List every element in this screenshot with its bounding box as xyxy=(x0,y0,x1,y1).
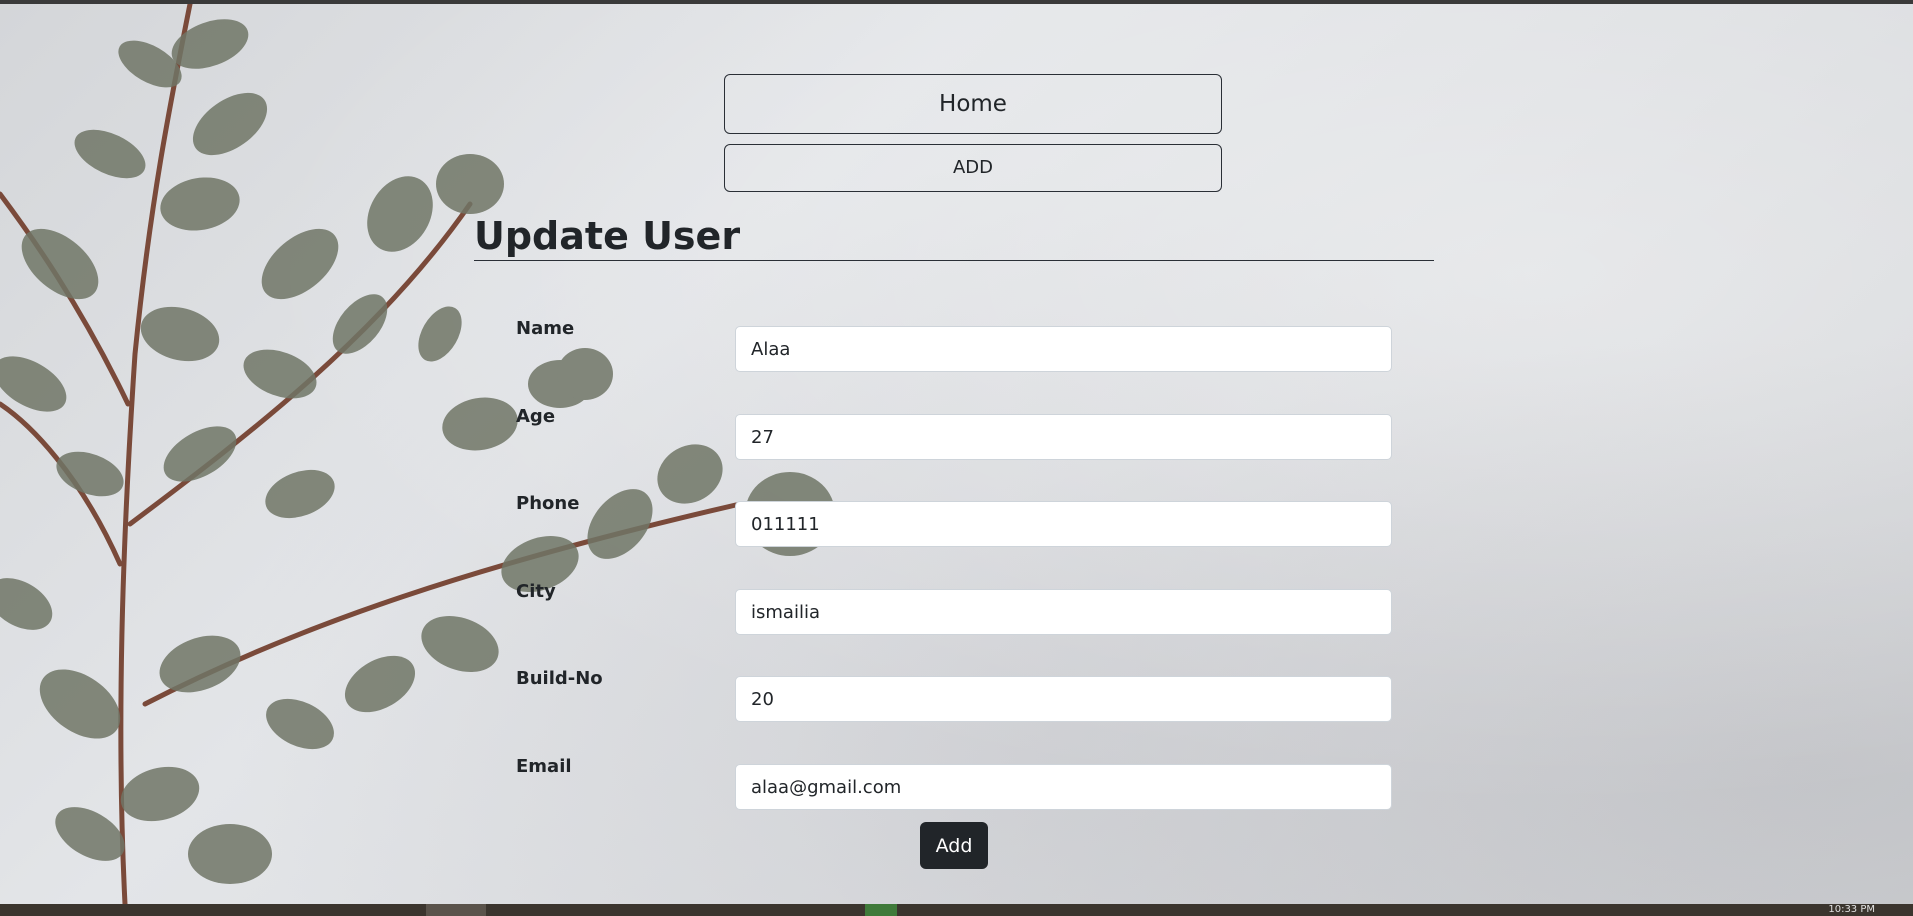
form-row-age: Age xyxy=(0,406,1913,460)
page-background: Home ADD Update User Name Age Phone City… xyxy=(0,4,1913,904)
page-title: Update User xyxy=(474,214,741,258)
name-label: Name xyxy=(516,318,575,339)
os-taskbar: 10:33 PM xyxy=(0,904,1913,916)
build-no-label: Build-No xyxy=(516,668,603,689)
form-row-build-no: Build-No xyxy=(0,668,1913,722)
name-input[interactable] xyxy=(735,326,1392,372)
home-button[interactable]: Home xyxy=(724,74,1222,134)
add-nav-button[interactable]: ADD xyxy=(724,144,1222,192)
form-row-email: Email xyxy=(0,756,1913,810)
taskbar-app-slot[interactable] xyxy=(426,904,486,916)
title-divider xyxy=(474,260,1434,261)
form-row-city: City xyxy=(0,581,1913,635)
age-label: Age xyxy=(516,406,556,427)
build-no-input[interactable] xyxy=(735,676,1392,722)
city-label: City xyxy=(516,581,556,602)
form-row-phone: Phone xyxy=(0,493,1913,547)
phone-label: Phone xyxy=(516,493,580,514)
email-label: Email xyxy=(516,756,572,777)
taskbar-clock: 10:33 PM xyxy=(1828,904,1875,915)
age-input[interactable] xyxy=(735,414,1392,460)
phone-input[interactable] xyxy=(735,501,1392,547)
taskbar-app-slot[interactable] xyxy=(865,904,897,916)
city-input[interactable] xyxy=(735,589,1392,635)
email-input[interactable] xyxy=(735,764,1392,810)
form-row-name: Name xyxy=(0,318,1913,372)
add-submit-button[interactable]: Add xyxy=(920,822,988,869)
